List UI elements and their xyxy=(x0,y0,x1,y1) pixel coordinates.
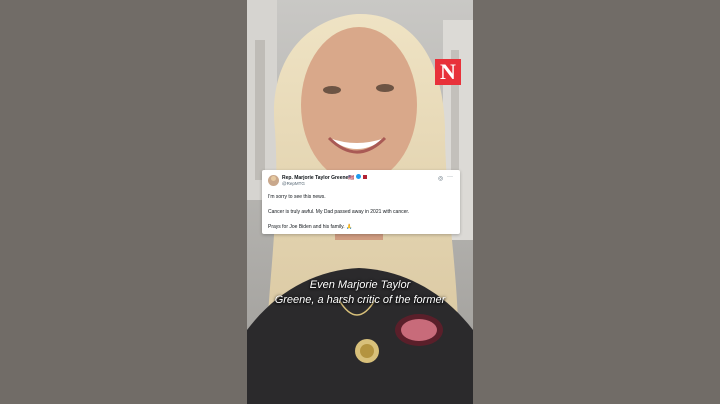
tweet-text-line: I'm sorry to see this news. xyxy=(268,194,326,200)
tweet-card: Rep. Marjorie Taylor Greene🇺🇸 @RepMTG ◎ … xyxy=(262,170,460,234)
tweet-text-line: Prays for Joe Biden and his family. 🙏 xyxy=(268,224,353,230)
tweet-text-line: Cancer is truly awful. My Dad passed awa… xyxy=(268,209,410,215)
tweet-handle: @RepMTG xyxy=(282,181,305,186)
verified-badge-icon xyxy=(356,174,361,180)
newsweek-logo: N xyxy=(435,59,461,85)
avatar xyxy=(268,175,279,186)
blurred-left-background xyxy=(0,0,247,404)
grok-icon: ◎ xyxy=(438,176,444,182)
video-frame: N Rep. Marjorie Taylor Greene🇺🇸 @RepMTG … xyxy=(0,0,720,404)
flag-badge-icon xyxy=(363,174,368,179)
caption-line: Even Marjorie Taylor xyxy=(309,279,411,291)
blurred-right-background xyxy=(473,0,720,404)
tweet-badges xyxy=(356,174,368,180)
more-icon: ··· xyxy=(447,174,453,180)
caption-line: Greene, a harsh critic of the former xyxy=(274,294,446,306)
